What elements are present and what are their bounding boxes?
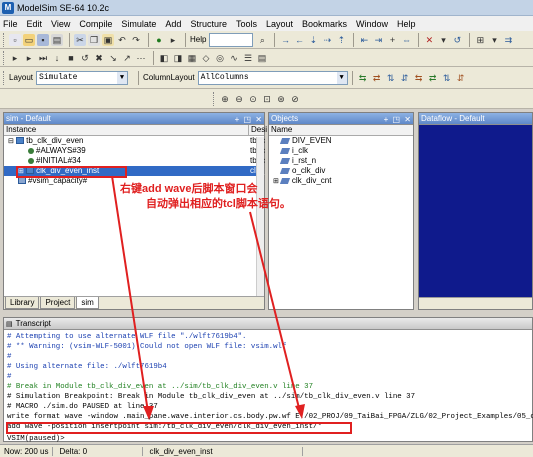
status-delta: Delta: 0 (53, 446, 144, 456)
status-instance: clk_div_even_inst (143, 446, 304, 456)
status-now: Now: 200 us (0, 446, 54, 456)
annotation-arrow-icon (111, 175, 305, 420)
status-bar: Now: 200 us Delta: 0 clk_div_even_inst (0, 444, 533, 457)
